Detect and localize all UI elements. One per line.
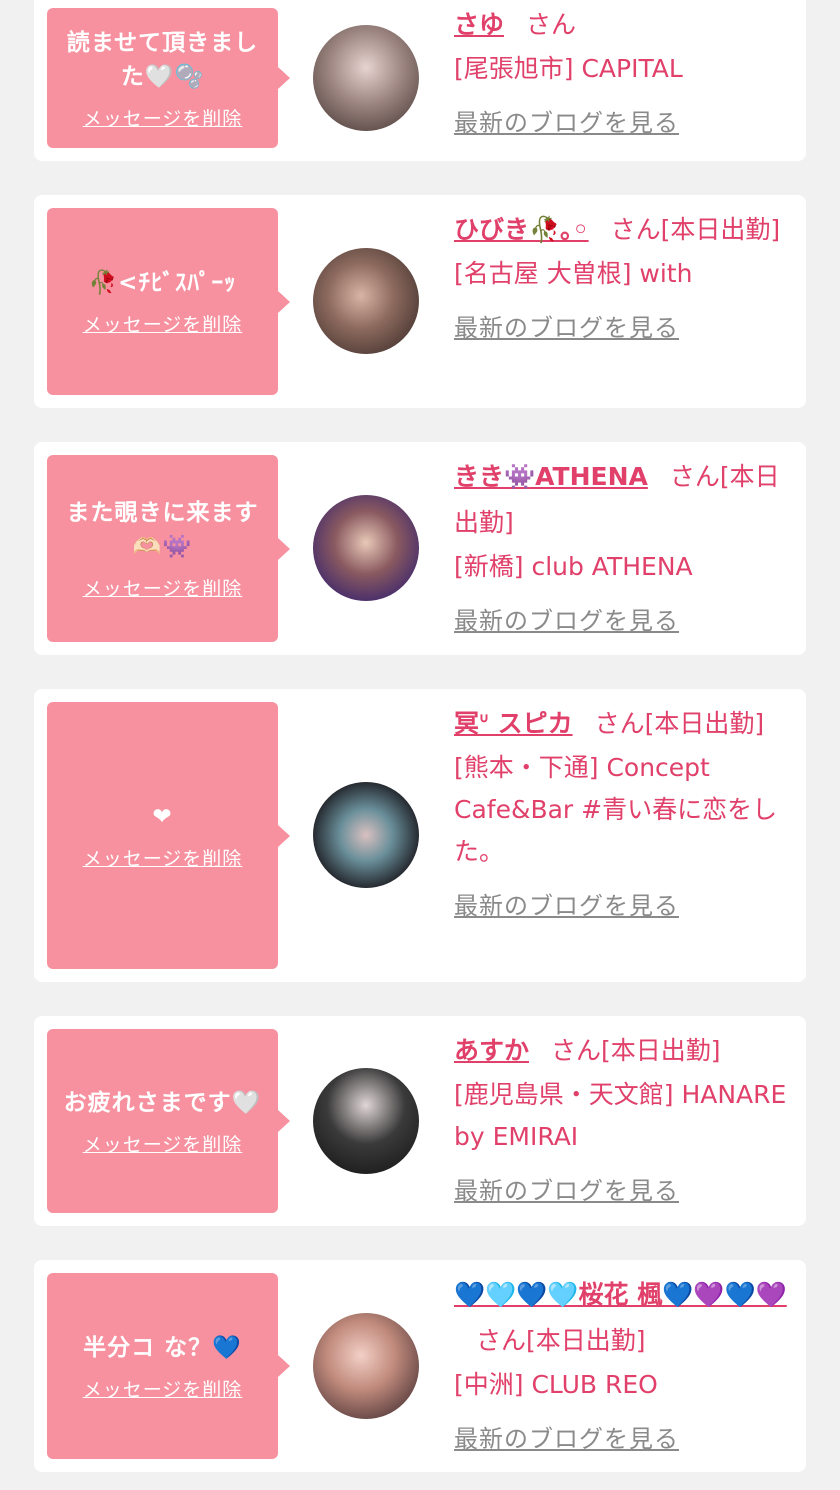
delete-message-link[interactable]: メッセージを削除: [83, 310, 243, 337]
delete-message-link[interactable]: メッセージを削除: [83, 1130, 243, 1157]
list-item: お疲れさまです🤍 メッセージを削除 あすか さん[本日出勤] [鹿児島県・天文館]…: [34, 1016, 806, 1226]
message-bubble: 半分コ な？💙 メッセージを削除: [47, 1273, 290, 1459]
cast-name-link[interactable]: きき👾ATHENA: [454, 462, 648, 491]
message-text: 読ませて頂きました🤍🫧: [66, 29, 259, 90]
message-list: 読ませて頂きました🤍🫧 メッセージを削除 さゆ さん [尾張旭市] CAPITAL…: [0, 0, 840, 1490]
shop-name: [中洲] CLUB REO: [454, 1370, 658, 1399]
shop-name: [鹿児島県・天文館] HANARE by EMIRAI: [454, 1080, 787, 1151]
message-text: 🥀<ﾁﾋﾞｽﾊﾟｰｯ: [88, 270, 237, 296]
avatar[interactable]: [313, 248, 419, 354]
list-item: ❤︎ メッセージを削除 冥ᐡ スピカ さん[本日出勤] [熊本・下通] Conce…: [34, 689, 806, 982]
message-text: お疲れさまです🤍: [63, 1089, 262, 1116]
avatar[interactable]: [313, 1068, 419, 1174]
shop-name: [熊本・下通] Concept Cafe&Bar #青い春に恋をした。: [454, 753, 778, 866]
latest-blog-link[interactable]: 最新のブログを見る: [454, 109, 679, 137]
shop-name: [名古屋 大曽根] with: [454, 259, 693, 288]
cast-info: 冥ᐡ スピカ さん[本日出勤] [熊本・下通] Concept Cafe&Bar …: [454, 701, 794, 929]
cast-name-link[interactable]: あすか: [454, 1036, 529, 1065]
latest-blog-link[interactable]: 最新のブログを見る: [454, 1425, 679, 1453]
name-suffix: さん[本日出勤]: [476, 1326, 646, 1355]
message-bubble: 🥀<ﾁﾋﾞｽﾊﾟｰｯ メッセージを削除: [47, 208, 290, 395]
cast-info: きき👾ATHENA さん[本日出勤] [新橋] club ATHENA 最新のブロ…: [454, 454, 794, 644]
avatar[interactable]: [313, 1313, 419, 1419]
name-suffix: さん[本日出勤]: [594, 709, 765, 738]
message-bubble: ❤︎ メッセージを削除: [47, 702, 290, 969]
cast-name-link[interactable]: 冥ᐡ スピカ: [454, 709, 573, 738]
latest-blog-link[interactable]: 最新のブログを見る: [454, 1177, 679, 1205]
delete-message-link[interactable]: メッセージを削除: [83, 844, 243, 871]
message-text: また覗きに来ます🫶🏻👾: [66, 500, 259, 560]
avatar[interactable]: [313, 782, 419, 888]
delete-message-link[interactable]: メッセージを削除: [83, 574, 243, 601]
cast-info: 💙🩵💙🩵桜花 楓💙💜💙💜 さん[本日出勤] [中洲] CLUB REO 最新のブロ…: [454, 1272, 794, 1462]
message-text: ❤︎: [152, 804, 173, 830]
name-suffix: さん: [526, 10, 577, 39]
latest-blog-link[interactable]: 最新のブログを見る: [454, 607, 679, 635]
cast-info: ひびき🥀｡◦ さん[本日出勤] [名古屋 大曽根] with 最新のブログを見る: [454, 207, 794, 351]
message-bubble: お疲れさまです🤍 メッセージを削除: [47, 1029, 290, 1213]
avatar[interactable]: [313, 495, 419, 601]
list-item: また覗きに来ます🫶🏻👾 メッセージを削除 きき👾ATHENA さん[本日出勤] […: [34, 442, 806, 655]
name-suffix: さん[本日出勤]: [610, 215, 781, 244]
avatar[interactable]: [313, 25, 419, 131]
cast-name-link[interactable]: さゆ: [454, 10, 504, 39]
list-item: 読ませて頂きました🤍🫧 メッセージを削除 さゆ さん [尾張旭市] CAPITAL…: [34, 0, 806, 161]
message-bubble: また覗きに来ます🫶🏻👾 メッセージを削除: [47, 455, 290, 642]
cast-name-link[interactable]: 💙🩵💙🩵桜花 楓💙💜💙💜: [454, 1280, 787, 1309]
latest-blog-link[interactable]: 最新のブログを見る: [454, 892, 679, 920]
message-text: 半分コ な？💙: [83, 1334, 242, 1361]
message-bubble: 読ませて頂きました🤍🫧 メッセージを削除: [47, 8, 290, 148]
shop-name: [尾張旭市] CAPITAL: [454, 54, 683, 83]
cast-info: さゆ さん [尾張旭市] CAPITAL 最新のブログを見る: [454, 2, 794, 146]
latest-blog-link[interactable]: 最新のブログを見る: [454, 314, 679, 342]
name-suffix: さん[本日出勤]: [551, 1036, 721, 1065]
cast-name-link[interactable]: ひびき🥀｡◦: [454, 215, 589, 244]
list-item: 半分コ な？💙 メッセージを削除 💙🩵💙🩵桜花 楓💙💜💙💜 さん[本日出勤] [中…: [34, 1260, 806, 1472]
list-item: 🥀<ﾁﾋﾞｽﾊﾟｰｯ メッセージを削除 ひびき🥀｡◦ さん[本日出勤] [名古屋 …: [34, 195, 806, 408]
shop-name: [新橋] club ATHENA: [454, 552, 693, 581]
cast-info: あすか さん[本日出勤] [鹿児島県・天文館] HANARE by EMIRAI …: [454, 1028, 794, 1214]
delete-message-link[interactable]: メッセージを削除: [83, 1375, 243, 1402]
delete-message-link[interactable]: メッセージを削除: [83, 104, 243, 131]
